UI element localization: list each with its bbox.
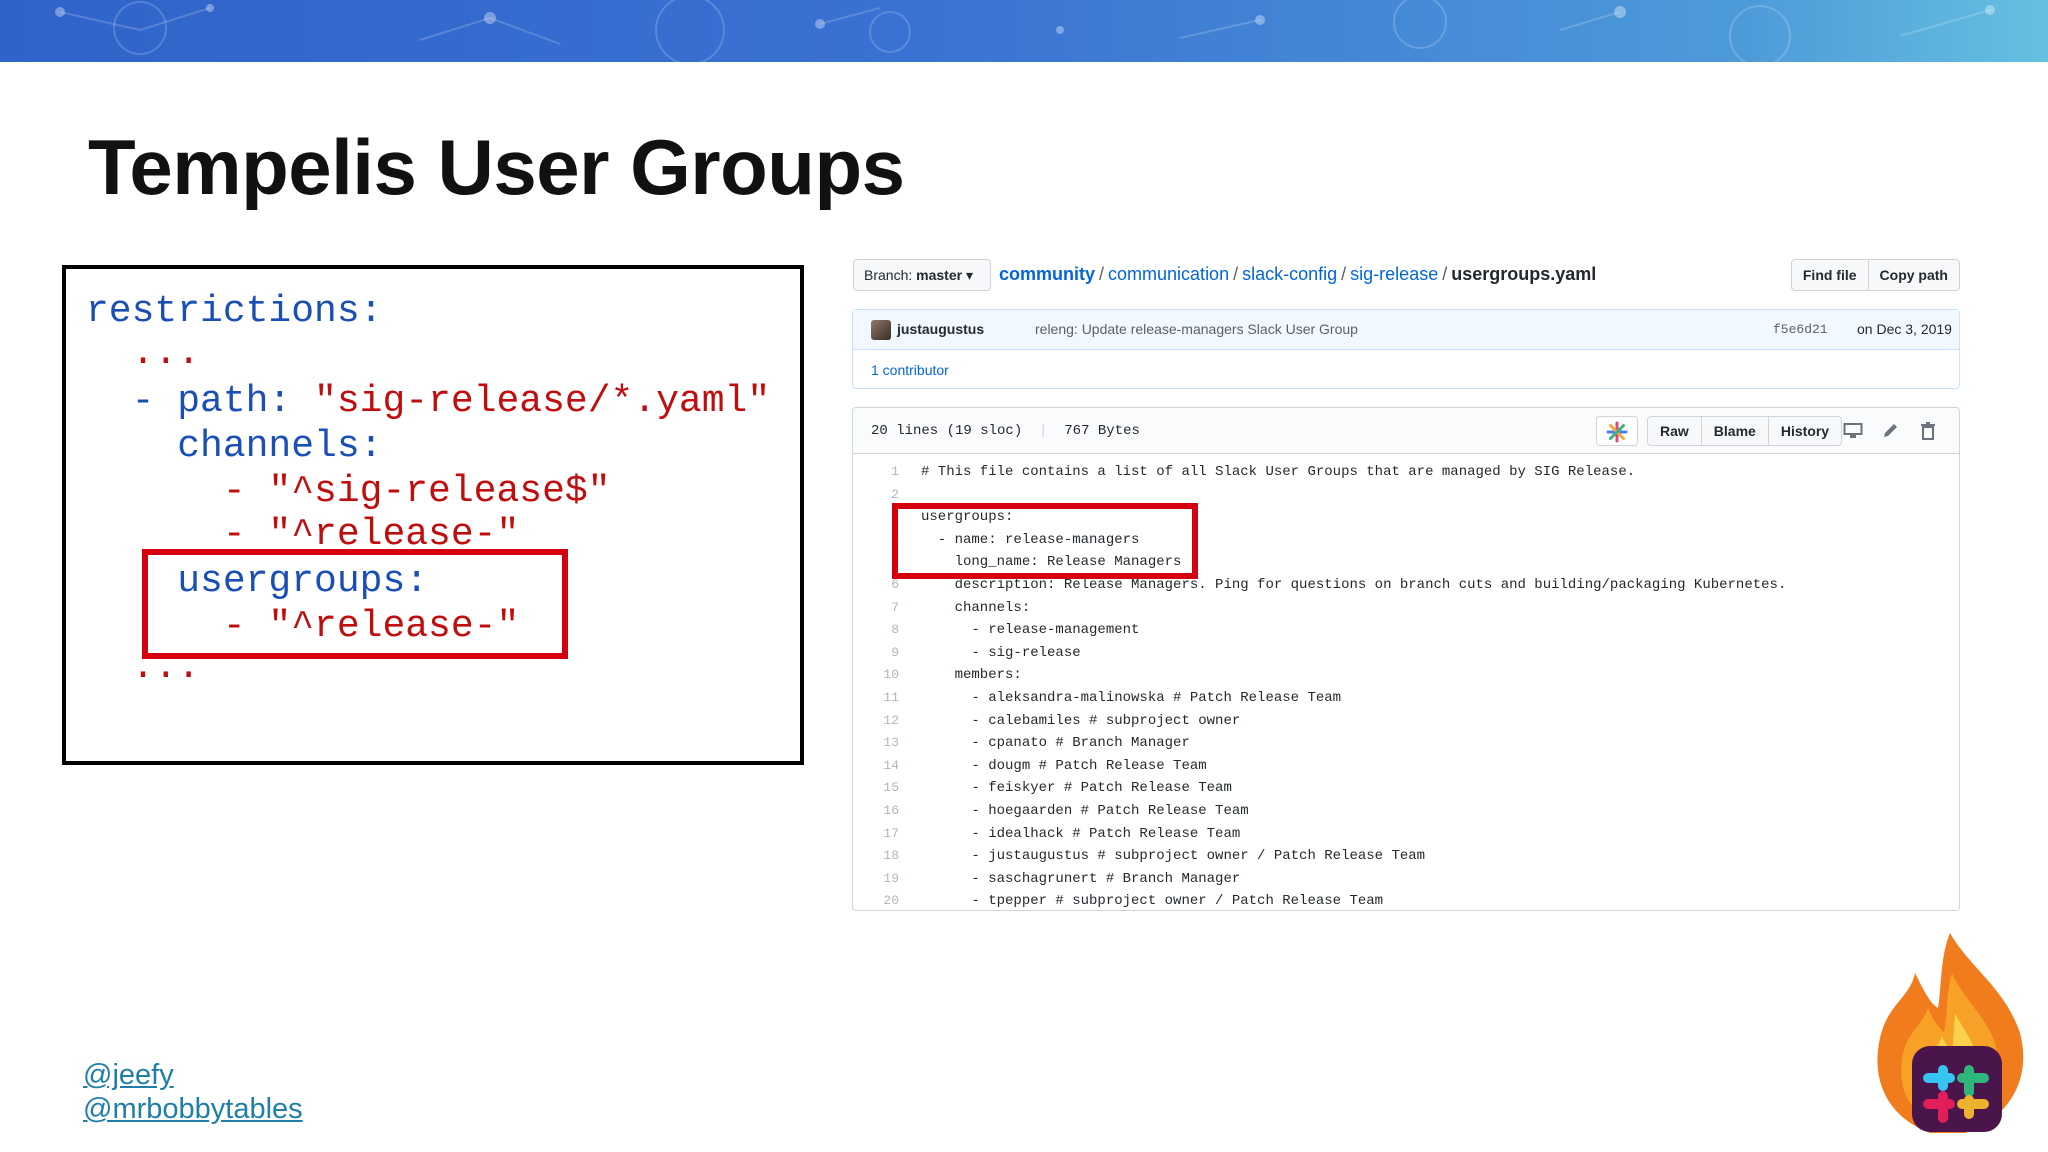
line-code: - saschagrunert # Branch Manager (921, 870, 1241, 887)
highlight-box (142, 549, 568, 659)
code-row: 19 - saschagrunert # Branch Manager (853, 868, 1959, 891)
file-size: 767 Bytes (1064, 423, 1140, 439)
code-line: channels: (86, 425, 383, 468)
line-number[interactable]: 13 (853, 732, 899, 755)
line-code: - justaugustus # subproject owner / Patc… (921, 848, 1426, 865)
code-line: - "^sig-release$" (86, 470, 611, 513)
line-number[interactable]: 10 (853, 664, 899, 687)
line-number[interactable]: 11 (853, 687, 899, 710)
speaker-handles: @jeefy @mrbobbytables (83, 1058, 303, 1126)
code-value: "sig-release/*.yaml" (314, 380, 771, 423)
line-code: - sig-release (921, 644, 1081, 661)
line-code: - tpepper # subproject owner / Patch Rel… (921, 893, 1384, 910)
code-row: 18 - justaugustus # subproject owner / P… (853, 845, 1959, 868)
commit-message[interactable]: releng: Update release-managers Slack Us… (1035, 321, 1358, 337)
blame-button[interactable]: Blame (1700, 417, 1768, 445)
commit-header: justaugustus releng: Update release-mana… (853, 310, 1959, 350)
line-code: - aleksandra-malinowska # Patch Release … (921, 690, 1342, 706)
code-row: 8 - release-management (853, 619, 1959, 642)
file-view-buttons: Raw Blame History (1647, 416, 1843, 446)
line-number[interactable]: 9 (853, 642, 899, 665)
code-row: 13 - cpanato # Branch Manager (853, 732, 1959, 755)
code-row: 12 - calebamiles # subproject owner (853, 710, 1959, 733)
highlight-box (892, 503, 1198, 579)
line-count: 20 lines (19 sloc) (871, 423, 1023, 439)
breadcrumb-link-repo[interactable]: community (999, 264, 1095, 284)
breadcrumb-link[interactable]: slack-config (1242, 264, 1337, 284)
sparkle-icon[interactable] (1596, 416, 1638, 446)
line-number[interactable]: 19 (853, 868, 899, 891)
desktop-icon[interactable] (1843, 422, 1863, 440)
code-line: ... (86, 332, 201, 375)
code-line: restrictions: (86, 290, 383, 333)
line-code: - cpanato # Branch Manager (921, 735, 1190, 752)
line-number[interactable]: 20 (853, 890, 899, 910)
history-button[interactable]: History (1767, 417, 1841, 445)
file-actions: Find file Copy path (1790, 259, 1960, 291)
line-number[interactable]: 17 (853, 823, 899, 846)
code-row: 1 # This file contains a list of all Slac… (853, 461, 1959, 484)
line-code: - hoegaarden # Patch Release Team (921, 803, 1249, 819)
breadcrumb: community / communication / slack-config / sig… (999, 264, 1597, 284)
line-number[interactable]: 7 (853, 597, 899, 620)
handle-link[interactable]: @jeefy (83, 1058, 303, 1092)
commit-date: on Dec 3, 2019 (1857, 321, 1952, 337)
network-pattern-icon (55, 0, 1995, 62)
raw-button[interactable]: Raw (1648, 417, 1701, 445)
line-code: channels: (921, 599, 1031, 616)
code-row: 15 - feiskyer # Patch Release Team (853, 777, 1959, 800)
trash-icon[interactable] (1918, 422, 1938, 440)
breadcrumb-link[interactable]: sig-release (1350, 264, 1438, 284)
code-row: 20 - tpepper # subproject owner / Patch … (853, 890, 1959, 910)
line-code: - dougm # Patch Release Team (921, 757, 1207, 774)
top-banner (0, 0, 2048, 62)
line-number[interactable]: 1 (853, 461, 899, 484)
code-key: - path: (86, 380, 315, 423)
line-number[interactable]: 14 (853, 755, 899, 778)
line-code: members: (921, 667, 1022, 684)
slack-fire-logo-icon (1877, 933, 2024, 1133)
line-code: - feiskyer # Patch Release Team (921, 780, 1232, 797)
contributors-link[interactable]: 1 contributor (871, 362, 949, 378)
pencil-icon[interactable] (1881, 422, 1901, 440)
avatar[interactable] (871, 320, 891, 340)
code-row: 11 - aleksandra-malinowska # Patch Relea… (853, 687, 1959, 710)
file-content: 20 lines (19 sloc) | 767 Bytes Raw Blame… (852, 407, 1960, 911)
code-row: 7 channels: (853, 597, 1959, 620)
line-code: - release-management (921, 622, 1140, 639)
code-row: 16 - hoegaarden # Patch Release Team (853, 800, 1959, 823)
branch-value: master (916, 267, 963, 283)
copy-path-button[interactable]: Copy path (1867, 260, 1959, 290)
commit-author[interactable]: justaugustus (897, 321, 984, 337)
line-code: # This file contains a list of all Slack… (921, 464, 1636, 480)
branch-label: Branch: (864, 267, 913, 283)
line-number[interactable]: 16 (853, 800, 899, 823)
commit-sha[interactable]: f5e6d21 (1773, 322, 1828, 337)
code-line: - path: "sig-release/*.yaml" (86, 379, 771, 424)
code-row: 14 - dougm # Patch Release Team (853, 755, 1959, 778)
file-info: 20 lines (19 sloc) | 767 Bytes (871, 423, 1140, 439)
breadcrumb-link[interactable]: communication (1108, 264, 1229, 284)
yaml-code-box: restrictions: ... - path: "sig-release/*… (62, 265, 804, 765)
line-number[interactable]: 8 (853, 619, 899, 642)
line-number[interactable]: 15 (853, 777, 899, 800)
caret-down-icon: ▾ (965, 267, 973, 283)
line-number[interactable]: 12 (853, 710, 899, 733)
line-number[interactable]: 18 (853, 845, 899, 868)
commit-tease: justaugustus releng: Update release-mana… (852, 309, 1960, 389)
find-file-button[interactable]: Find file (1792, 260, 1868, 290)
code-row: 10 members: (853, 664, 1959, 687)
branch-select-button[interactable]: Branch: master ▾ (853, 259, 991, 291)
handle-link[interactable]: @mrbobbytables (83, 1092, 303, 1126)
file-name: usergroups.yaml (1451, 264, 1597, 284)
code-row: 9 - sig-release (853, 642, 1959, 665)
slide-title: Tempelis User Groups (88, 123, 905, 211)
line-code: - idealhack # Patch Release Team (921, 825, 1241, 842)
line-code: - calebamiles # subproject owner (921, 712, 1241, 729)
file-header: 20 lines (19 sloc) | 767 Bytes Raw Blame… (853, 408, 1959, 454)
file-navigation: Branch: master ▾ community / communication… (852, 257, 1960, 291)
code-row: 17 - idealhack # Patch Release Team (853, 823, 1959, 846)
